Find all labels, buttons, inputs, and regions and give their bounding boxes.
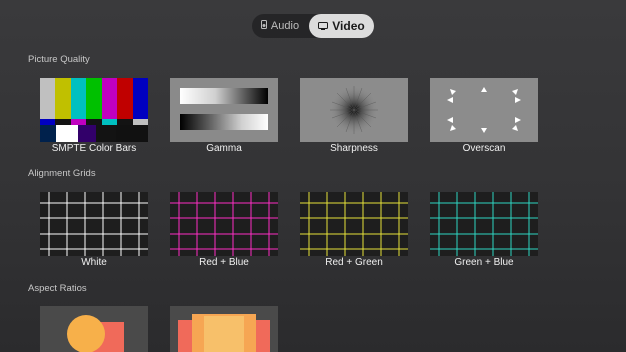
aspect-ratio-tile-2[interactable] <box>170 306 278 352</box>
sharpness-tile[interactable] <box>300 78 408 142</box>
tile-label: Green + Blue <box>454 257 514 268</box>
tile-label: Red + Green <box>325 257 383 268</box>
tile-label: White <box>81 257 107 268</box>
gamma-strip-bottom <box>180 114 268 130</box>
grid-red-green-tile[interactable] <box>300 192 408 256</box>
aspect-ratio-shapes-1 <box>67 315 124 352</box>
aspect-ratio-tile-1[interactable] <box>40 306 148 352</box>
aspect-ratios-heading: Aspect Ratios <box>28 283 87 294</box>
grid-white-tile[interactable] <box>40 192 148 256</box>
tab-audio-label: Audio <box>270 20 300 32</box>
audio-video-segmented-control: Audio Video <box>252 14 374 38</box>
tab-video-label: Video <box>332 19 365 33</box>
grid-green-blue-tile[interactable] <box>430 192 538 256</box>
sharpness-starburst <box>330 86 378 134</box>
tile-label: SMPTE Color Bars <box>51 143 137 154</box>
picture-quality-heading: Picture Quality <box>28 54 90 65</box>
grid-white-lines <box>40 192 148 256</box>
tab-audio[interactable]: Audio <box>252 14 308 38</box>
smpte-color-bars-tile[interactable] <box>40 78 148 142</box>
overscan-tile[interactable] <box>430 78 538 142</box>
overscan-arrows <box>447 87 521 133</box>
grid-red-green-lines <box>300 192 408 256</box>
tile-label: Red + Blue <box>199 257 249 268</box>
tile-label: Sharpness <box>330 143 378 154</box>
grid-red-blue-tile[interactable] <box>170 192 278 256</box>
aspect-ratio-shapes-2 <box>178 314 270 352</box>
gamma-strip-top <box>180 88 268 104</box>
alignment-grids-heading: Alignment Grids <box>28 168 96 179</box>
gamma-tile[interactable] <box>170 78 278 142</box>
tab-video[interactable]: Video <box>309 14 374 38</box>
tv-icon <box>318 19 329 33</box>
tile-label: Overscan <box>462 143 506 154</box>
speaker-icon <box>260 20 267 32</box>
grid-green-blue-lines <box>430 192 538 256</box>
color-bars-main <box>40 78 148 119</box>
color-bars-pluge <box>40 125 148 142</box>
grid-red-blue-lines <box>170 192 278 256</box>
tile-label: Gamma <box>206 143 242 154</box>
